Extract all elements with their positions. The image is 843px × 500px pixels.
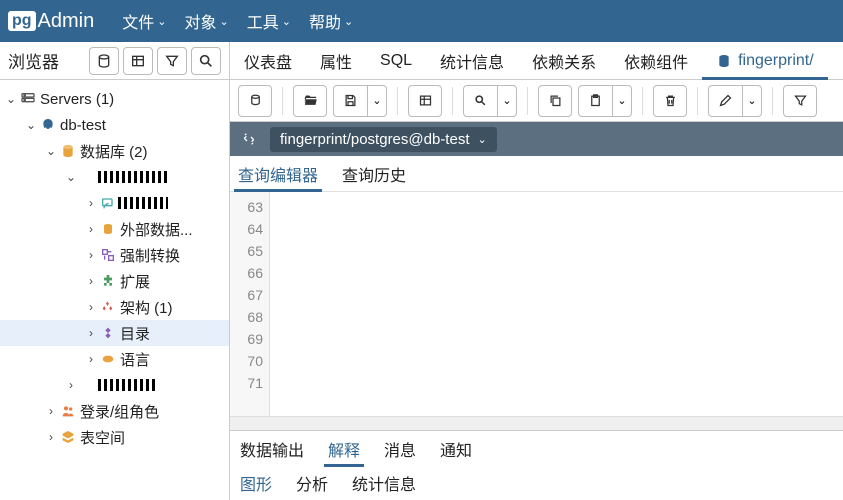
line-gutter: 636465 666768 697071 [230, 192, 270, 416]
app-logo: pg Admin [8, 10, 94, 33]
edit-grid-icon[interactable] [408, 85, 442, 117]
extension-icon [98, 273, 118, 289]
logo-prefix: pg [8, 11, 36, 31]
tab-sql[interactable]: SQL [366, 42, 426, 79]
cast-icon [98, 195, 118, 211]
main-menu: 文件⌄ 对象⌄ 工具⌄ 帮助⌄ [122, 9, 353, 33]
tree-schema[interactable]: ›架构 (1) [0, 294, 229, 320]
save-dropdown[interactable]: ⌄ [367, 85, 387, 117]
connection-icon[interactable] [238, 85, 272, 117]
redacted-text [118, 197, 168, 209]
horizontal-scrollbar[interactable] [230, 416, 843, 430]
tree-login[interactable]: ›登录/组角色 [0, 398, 229, 424]
redacted-text [98, 171, 168, 183]
sql-editor: 636465 666768 697071 [230, 192, 843, 416]
login-roles-icon [58, 403, 78, 419]
code-area[interactable] [270, 192, 843, 416]
tab-dashboard[interactable]: 仪表盘 [230, 42, 306, 79]
servers-icon [18, 91, 38, 107]
tree-lang[interactable]: ›语言 [0, 346, 229, 372]
delete-icon[interactable] [653, 85, 687, 117]
esub-graphical[interactable]: 图形 [240, 471, 272, 495]
paste-dropdown[interactable]: ⌄ [612, 85, 632, 117]
tree-ext[interactable]: ›扩展 [0, 268, 229, 294]
tree-db-hidden2[interactable]: › [0, 372, 229, 398]
btab-output[interactable]: 数据输出 [240, 431, 304, 466]
tab-dependents[interactable]: 依赖组件 [610, 42, 702, 79]
tree-db-hidden[interactable]: ⌄ [0, 164, 229, 190]
tree-databases[interactable]: ⌄数据库 (2) [0, 138, 229, 164]
tab-properties[interactable]: 属性 [306, 42, 366, 79]
query-tool-icon[interactable] [89, 47, 119, 75]
output-tabs: 数据输出 解释 消息 通知 [230, 430, 843, 466]
connection-path[interactable]: fingerprint/postgres@db-test⌄ [270, 127, 497, 152]
schema-icon [98, 299, 118, 315]
paste-icon[interactable] [578, 85, 612, 117]
filter-button-icon[interactable] [783, 85, 817, 117]
elephant-icon [38, 117, 58, 133]
tree-dbtest[interactable]: ⌄db-test [0, 112, 229, 138]
tab-stats[interactable]: 统计信息 [426, 42, 518, 79]
tree-tablespace[interactable]: ›表空间 [0, 424, 229, 450]
tablespace-icon [58, 429, 78, 445]
catalog-icon [98, 325, 118, 341]
tree-node-1[interactable]: › [0, 190, 229, 216]
language-icon [98, 351, 118, 367]
subtab-query-editor[interactable]: 查询编辑器 [238, 156, 318, 191]
paste-split-button[interactable]: ⌄ [578, 85, 632, 117]
tree-catalog[interactable]: ›目录 [0, 320, 229, 346]
search-icon[interactable] [191, 47, 221, 75]
menu-object[interactable]: 对象⌄ [184, 9, 228, 33]
esub-analysis[interactable]: 分析 [296, 471, 328, 495]
database-icon [716, 53, 732, 69]
save-icon[interactable] [333, 85, 367, 117]
edit-dropdown[interactable]: ⌄ [742, 85, 762, 117]
filter-icon[interactable] [157, 47, 187, 75]
tree-servers[interactable]: ⌄Servers (1) [0, 86, 229, 112]
unlink-icon[interactable] [238, 128, 260, 150]
menu-file[interactable]: 文件⌄ [122, 9, 166, 33]
database-icon [58, 143, 78, 159]
edit-split-button[interactable]: ⌄ [708, 85, 762, 117]
open-file-icon[interactable] [293, 85, 327, 117]
copy-icon[interactable] [538, 85, 572, 117]
esub-stats[interactable]: 统计信息 [352, 471, 416, 495]
redacted-text [98, 379, 158, 391]
main-tabs: 仪表盘 属性 SQL 统计信息 依赖关系 依赖组件 fingerprint/ [230, 42, 843, 80]
object-tree: ⌄Servers (1) ⌄db-test ⌄数据库 (2) ⌄ › ›外部数据… [0, 80, 229, 500]
logo-name: Admin [38, 10, 95, 33]
menu-tools[interactable]: 工具⌄ [247, 9, 291, 33]
query-toolbar: ⌄ ⌄ ⌄ ⌄ [230, 80, 843, 122]
content-pane: 仪表盘 属性 SQL 统计信息 依赖关系 依赖组件 fingerprint/ ⌄… [230, 42, 843, 500]
find-icon[interactable] [463, 85, 497, 117]
find-split-button[interactable]: ⌄ [463, 85, 517, 117]
convert-icon [98, 247, 118, 263]
btab-messages[interactable]: 消息 [384, 431, 416, 466]
sidebar-title: 浏览器 [8, 48, 59, 73]
save-split-button[interactable]: ⌄ [333, 85, 387, 117]
tab-dependencies[interactable]: 依赖关系 [518, 42, 610, 79]
explain-subtabs: 图形 分析 统计信息 [230, 466, 843, 500]
tab-querytool[interactable]: fingerprint/ [702, 42, 828, 79]
view-data-icon[interactable] [123, 47, 153, 75]
edit-icon[interactable] [708, 85, 742, 117]
menu-help[interactable]: 帮助⌄ [309, 9, 353, 33]
btab-notify[interactable]: 通知 [440, 431, 472, 466]
top-menubar: pg Admin 文件⌄ 对象⌄ 工具⌄ 帮助⌄ [0, 0, 843, 42]
external-data-icon [98, 221, 118, 237]
subtab-query-history[interactable]: 查询历史 [342, 156, 406, 191]
connection-path-bar: fingerprint/postgres@db-test⌄ [230, 122, 843, 156]
tree-extdata[interactable]: ›外部数据... [0, 216, 229, 242]
browser-sidebar: 浏览器 ⌄Servers (1) ⌄db-test ⌄数据库 (2) ⌄ › ›… [0, 42, 230, 500]
find-dropdown[interactable]: ⌄ [497, 85, 517, 117]
tree-cast[interactable]: ›强制转换 [0, 242, 229, 268]
editor-tabs: 查询编辑器 查询历史 [230, 156, 843, 192]
btab-explain[interactable]: 解释 [328, 431, 360, 466]
